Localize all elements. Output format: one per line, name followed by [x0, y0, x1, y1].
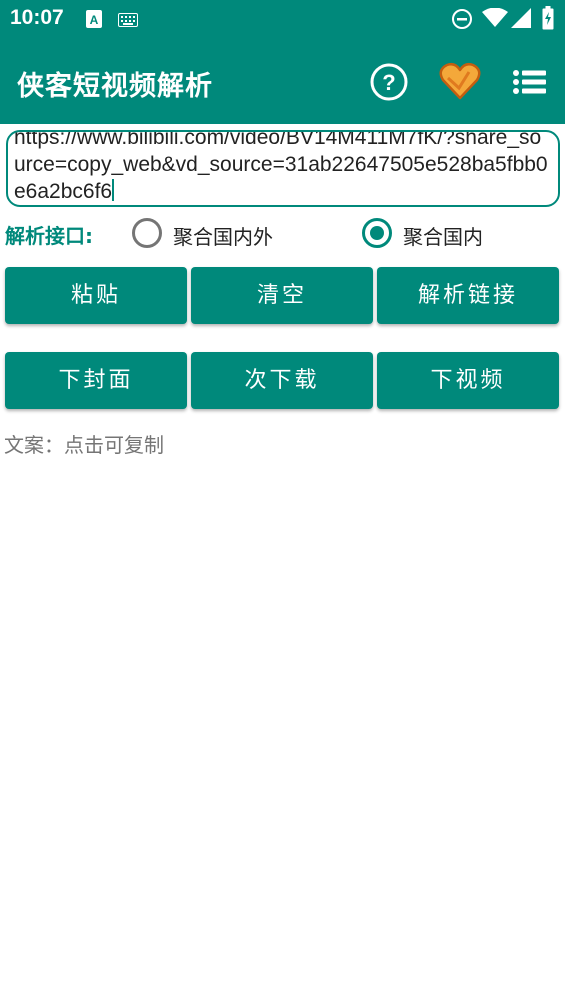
radio-label: 聚合国内 [403, 225, 483, 249]
accessibility-a-icon: A [86, 10, 102, 32]
keyboard-icon [118, 12, 138, 31]
api-label: 解析接口: [5, 224, 93, 248]
heart-icon [439, 62, 481, 106]
download-video-button[interactable]: 下视频 [377, 352, 559, 409]
url-value: https://www.bilibili.com/video/BV14M411M… [14, 130, 548, 203]
radio-unchecked-icon [132, 218, 162, 248]
status-bar: 10:07 A [0, 0, 565, 38]
clear-button[interactable]: 清空 [191, 267, 373, 324]
menu-button[interactable] [510, 62, 550, 102]
cell-signal-icon [511, 8, 531, 32]
secondary-download-button[interactable]: 次下载 [191, 352, 373, 409]
app-bar: 侠客短视频解析 ? [0, 38, 565, 124]
help-icon: ? [369, 63, 409, 106]
radio-domestic[interactable]: 聚合国内 [362, 218, 502, 250]
radio-checked-icon [362, 218, 392, 248]
text-cursor [112, 179, 115, 201]
download-cover-button[interactable]: 下封面 [5, 352, 187, 409]
paste-button[interactable]: 粘贴 [5, 267, 187, 324]
app-title: 侠客短视频解析 [17, 71, 213, 102]
svg-text:A: A [90, 13, 99, 27]
parse-link-button[interactable]: 解析链接 [377, 267, 559, 324]
status-time: 10:07 [10, 6, 64, 29]
svg-text:?: ? [382, 70, 395, 95]
copy-caption-text[interactable]: 文案：点击可复制 [4, 429, 164, 458]
do-not-disturb-icon [451, 8, 473, 34]
radio-domestic-overseas[interactable]: 聚合国内外 [132, 218, 292, 250]
battery-icon [542, 6, 554, 34]
wifi-icon [482, 7, 508, 32]
favorite-button[interactable] [439, 62, 481, 102]
menu-list-icon [510, 70, 550, 106]
radio-label: 聚合国内外 [173, 225, 273, 249]
url-input[interactable]: https://www.bilibili.com/video/BV14M411M… [6, 130, 560, 207]
help-button[interactable]: ? [369, 62, 409, 102]
url-input-text: https://www.bilibili.com/video/BV14M411M… [14, 130, 552, 205]
